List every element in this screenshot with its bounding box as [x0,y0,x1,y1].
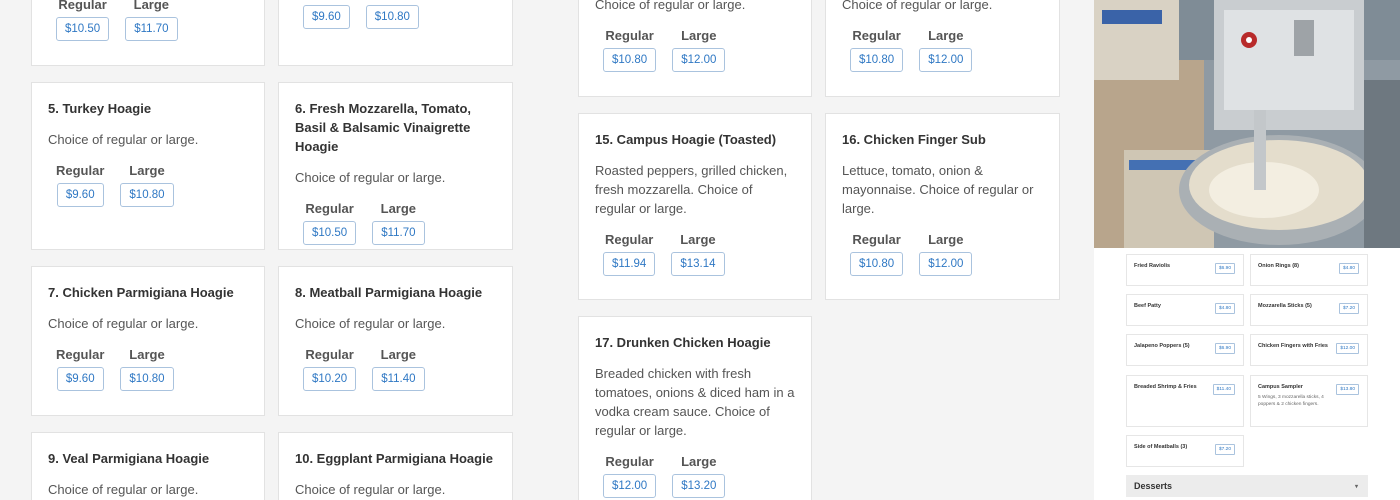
price-label-regular: Regular [305,201,354,216]
item-title: 17. Drunken Chicken Hoagie [595,335,771,350]
price-button-large[interactable]: $10.80 [365,5,419,29]
menu-card[interactable]: 7. Chicken Parmigiana Hoagie Choice of r… [31,266,265,416]
price-label-large: Large [681,28,717,43]
price-label-regular: Regular [605,28,654,43]
item-description: Choice of regular or large. [48,482,199,497]
price-button-regular[interactable]: $9.60 [56,367,104,391]
item-description: Choice of regular or large. [595,0,746,12]
menu-card[interactable]: 8. Meatball Parmigiana Hoagie Choice of … [278,266,513,416]
menu-card[interactable]: Choice of regular or large. Regular $10.… [578,0,812,97]
price-label-large: Large [129,163,165,178]
price-button-regular[interactable]: $10.50 [303,221,357,245]
menu-card[interactable]: Choice of regular or large. Regular $10.… [825,0,1060,97]
item-title: 10. Eggplant Parmigiana Hoagie [295,451,493,466]
menu-card[interactable]: 6. Fresh Mozzarella, Tomato, Basil & Bal… [278,82,513,250]
price-button-large[interactable]: $10.80 [120,367,174,391]
item-title: 16. Chicken Finger Sub [842,132,986,147]
item-description: Choice of regular or large. [295,482,446,497]
price-label-large: Large [680,232,716,247]
mini-item: Onion Rings (8) $4.80 [1250,254,1368,286]
menu-card[interactable]: 10. Eggplant Parmigiana Hoagie Choice of… [278,432,513,500]
menu-card: Regular $10.50 Large $11.70 [31,0,265,66]
menu-card: $9.60 $10.80 [278,0,513,66]
price-button-regular[interactable]: $9.60 [303,5,350,29]
mini-item: Fried Raviolis $6.90 [1126,254,1244,286]
price-button-regular[interactable]: $10.50 [56,17,110,41]
price-button-large[interactable]: $12.00 [672,48,726,72]
price-label-regular: Regular [58,0,107,12]
item-title: 8. Meatball Parmigiana Hoagie [295,285,483,300]
price-button-large[interactable]: $13.14 [671,252,725,276]
chevron-down-icon: ▾ [1354,484,1358,490]
price-button-regular[interactable]: $9.60 [56,183,104,207]
menu-card[interactable]: 9. Veal Parmigiana Hoagie Choice of regu… [31,432,265,500]
price-button-regular[interactable]: $10.80 [850,252,904,276]
price-label-large: Large [380,201,417,216]
price-button-large[interactable]: $10.80 [120,183,174,207]
item-description: Choice of regular or large. [48,316,199,331]
side-panel: Fried Raviolis $6.90 Onion Rings (8) $4.… [1094,0,1400,500]
price-button-large[interactable]: $11.70 [372,221,425,245]
price-button-large[interactable]: $12.00 [919,48,973,72]
price-label-large: Large [928,232,964,247]
mini-item: Jalapeno Poppers (5) $6.90 [1126,334,1244,366]
desserts-section-header: Desserts ▾ [1126,475,1368,497]
price-button-large[interactable]: $11.40 [372,367,425,391]
mini-item: Mozzarella Sticks (5) $7.20 [1250,294,1368,326]
item-description: Choice of regular or large. [48,132,199,147]
item-description: Breaded chicken with fresh tomatoes, oni… [595,366,795,438]
price-label-large: Large [380,347,417,362]
price-button-regular[interactable]: $12.00 [603,474,657,498]
item-title: 6. Fresh Mozzarella, Tomato, Basil & Bal… [295,101,472,154]
item-title: 15. Campus Hoagie (Toasted) [595,132,777,147]
price-label-large: Large [129,347,165,362]
item-description: Choice of regular or large. [842,0,993,12]
item-description: Roasted peppers, grilled chicken, fresh … [595,163,788,216]
price-label-regular: Regular [56,347,105,362]
price-label-regular: Regular [852,232,901,247]
price-label-large: Large [681,454,717,469]
item-title: 5. Turkey Hoagie [48,101,152,116]
price-label-large: Large [928,28,964,43]
price-label-regular: Regular [605,454,654,469]
item-title: 9. Veal Parmigiana Hoagie [48,451,210,466]
price-button-regular[interactable]: $10.80 [603,48,657,72]
mixer-photo [1094,0,1400,248]
item-description: Choice of regular or large. [295,170,446,185]
menu-card[interactable]: 15. Campus Hoagie (Toasted) Roasted pepp… [578,113,812,300]
menu-card[interactable]: 17. Drunken Chicken Hoagie Breaded chick… [578,316,812,500]
price-label-large: Large [133,0,170,12]
price-label-regular: Regular [604,232,654,247]
item-description: Lettuce, tomato, onion & mayonnaise. Cho… [842,163,1034,216]
mini-item: Chicken Fingers with Fries $12.00 [1250,334,1368,366]
mini-item: Side of Meatballs (3) $7.20 [1126,435,1244,467]
price-button-regular[interactable]: $10.80 [850,48,904,72]
sides-menu-preview: Fried Raviolis $6.90 Onion Rings (8) $4.… [1094,248,1400,500]
price-label-regular: Regular [305,347,354,362]
item-description: Choice of regular or large. [295,316,446,331]
price-button-large[interactable]: $12.00 [919,252,973,276]
price-button-large[interactable]: $13.20 [672,474,726,498]
mini-item: Breaded Shrimp & Fries $11.40 [1126,375,1244,427]
item-title: 7. Chicken Parmigiana Hoagie [48,285,234,300]
price-button-large[interactable]: $11.70 [125,17,178,41]
price-label-regular: Regular [852,28,901,43]
mini-item: Beef Patty $4.80 [1126,294,1244,326]
menu-card[interactable]: 16. Chicken Finger Sub Lettuce, tomato, … [825,113,1060,300]
price-button-regular[interactable]: $10.20 [303,367,357,391]
menu-card[interactable]: 5. Turkey Hoagie Choice of regular or la… [31,82,265,250]
price-label-regular: Regular [56,163,105,178]
mini-item: Campus Sampler $13.80 5 Wings, 3 mozzare… [1250,375,1368,427]
price-button-regular[interactable]: $11.94 [603,252,656,276]
